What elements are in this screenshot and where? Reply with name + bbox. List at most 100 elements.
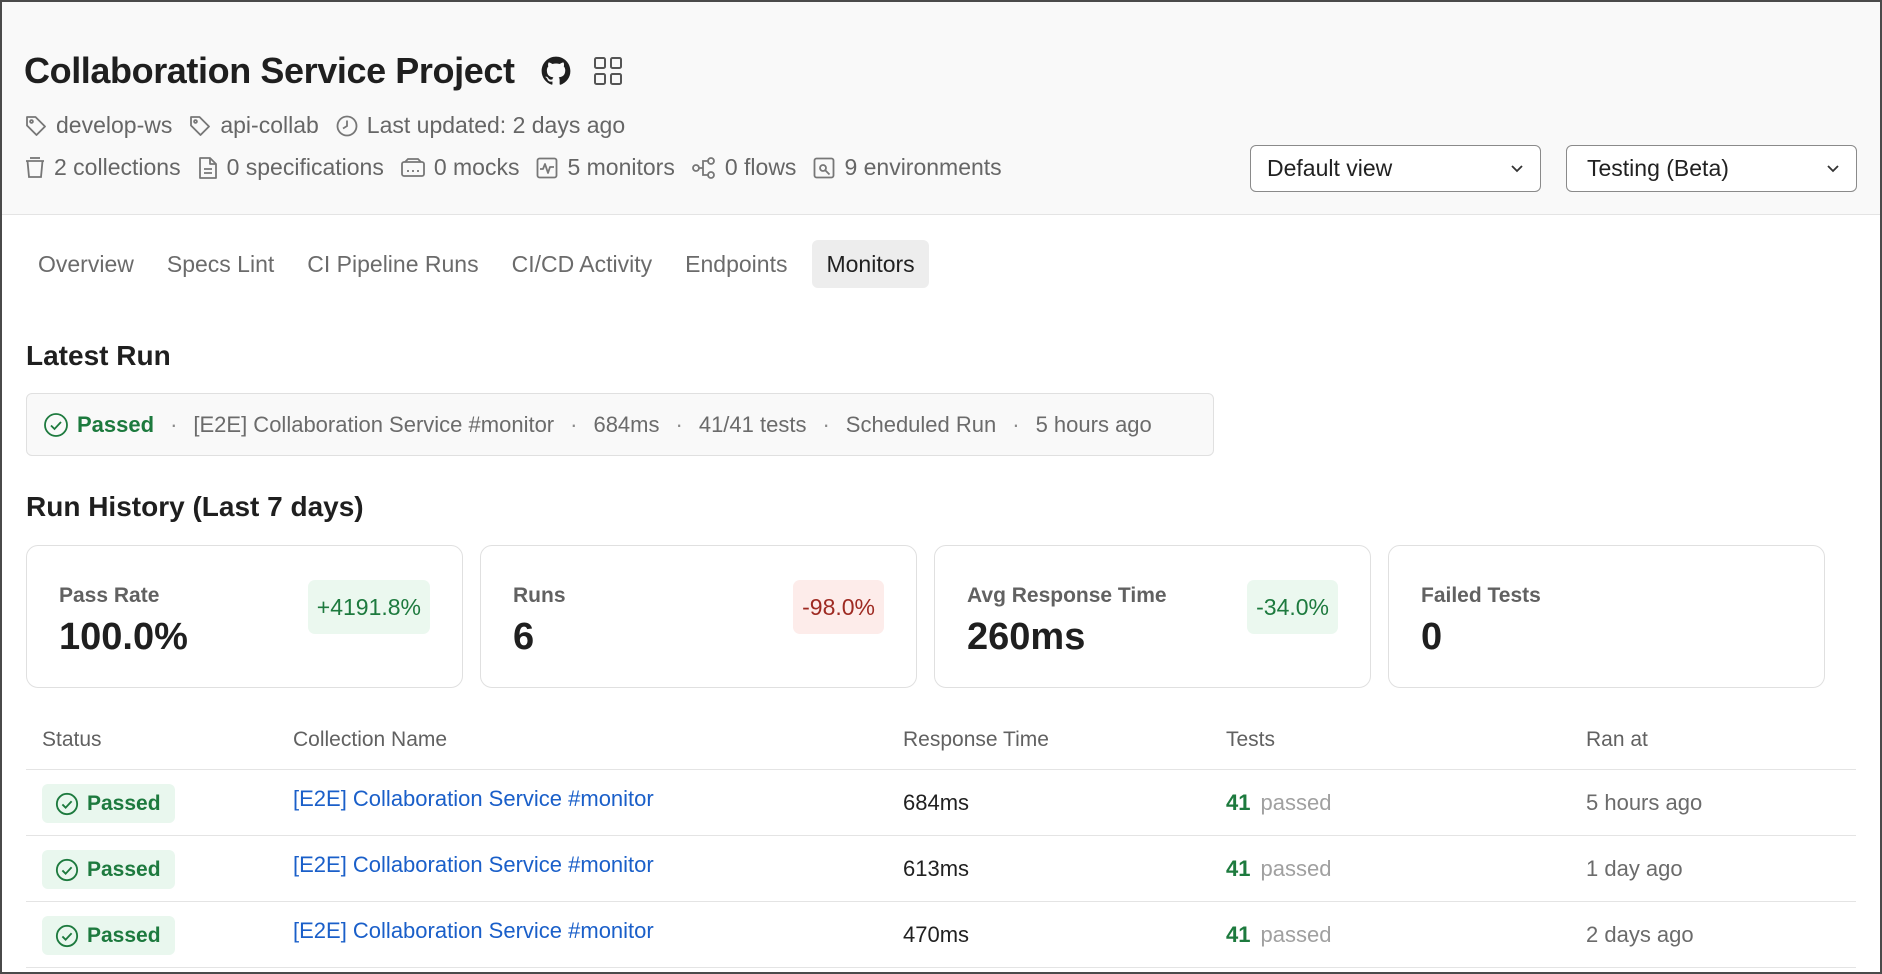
stat-value: 6 — [513, 616, 535, 658]
view-select[interactable]: Default view — [1250, 145, 1541, 192]
collections-count[interactable]: 2 collections — [24, 154, 181, 181]
ran-at: 2 days ago — [1586, 922, 1694, 947]
clock-icon — [336, 115, 358, 136]
ran-at: 1 day ago — [1586, 856, 1683, 881]
tab-overview[interactable]: Overview — [24, 240, 148, 288]
status-badge: Passed — [42, 784, 175, 823]
stat-label: Runs — [513, 584, 566, 607]
collection-link[interactable]: [E2E] Collaboration Service #monitor — [293, 852, 654, 878]
column-header-status[interactable]: Status — [42, 728, 102, 752]
table-row[interactable]: Passed [E2E] Collaboration Service #moni… — [26, 902, 1856, 968]
tests-word: passed — [1260, 790, 1332, 815]
separator: · — [822, 411, 830, 437]
monitors-label: 5 monitors — [567, 154, 675, 180]
collection-icon — [26, 156, 44, 178]
flow-icon — [691, 156, 715, 179]
grid-icon[interactable] — [593, 56, 623, 86]
mocks-label: 0 mocks — [433, 154, 520, 180]
tab-endpoints[interactable]: Endpoints — [671, 240, 801, 288]
environments-label: 9 environments — [844, 154, 1002, 180]
flows-label: 0 flows — [724, 154, 797, 180]
latest-run-duration: 684ms — [593, 411, 660, 437]
document-icon — [198, 156, 217, 179]
stat-delta: -98.0% — [793, 580, 884, 634]
response-time: 470ms — [903, 922, 970, 947]
status-label: Passed — [87, 791, 161, 815]
column-header-ran-at[interactable]: Ran at — [1586, 728, 1648, 752]
column-header-response-time[interactable]: Response Time — [903, 728, 1049, 752]
response-time: 684ms — [903, 790, 970, 815]
table-header: Status Collection Name Response Time Tes… — [26, 714, 1856, 770]
tests-count: 41 — [1226, 922, 1251, 947]
latest-run-when: 5 hours ago — [1035, 411, 1152, 437]
tab-ci-cd-activity[interactable]: CI/CD Activity — [498, 240, 667, 288]
collection-link[interactable]: [E2E] Collaboration Service #monitor — [293, 786, 654, 812]
tests-result: 41 passed — [1226, 856, 1331, 882]
separator: · — [675, 411, 683, 437]
github-icon[interactable] — [541, 56, 571, 86]
chevron-down-icon — [1827, 164, 1839, 172]
stat-label: Failed Tests — [1421, 584, 1541, 607]
collection-link[interactable]: [E2E] Collaboration Service #monitor — [293, 918, 654, 944]
table-row[interactable]: Passed [E2E] Collaboration Service #moni… — [26, 836, 1856, 902]
stat-delta: +4191.8% — [307, 580, 430, 634]
tab-specs-lint[interactable]: Specs Lint — [153, 240, 288, 288]
view-select-value: Default view — [1267, 155, 1393, 181]
project-header: Collaboration Service Project develop-ws… — [2, 2, 1880, 215]
tests-word: passed — [1260, 922, 1332, 947]
table-row[interactable]: Passed [E2E] Collaboration Service #moni… — [26, 770, 1856, 836]
tag-label: develop-ws — [56, 112, 173, 138]
monitor-icon — [537, 157, 558, 178]
latest-run-status: Passed — [77, 411, 155, 437]
latest-run-tests: 41/41 tests — [698, 411, 807, 437]
tag-api-collab: api-collab — [188, 112, 319, 139]
flows-count[interactable]: 0 flows — [691, 154, 797, 181]
latest-run-collection: [E2E] Collaboration Service #monitor — [193, 411, 555, 437]
stat-card-pass-rate: Pass Rate 100.0% +4191.8% — [26, 545, 463, 688]
monitors-count[interactable]: 5 monitors — [535, 154, 675, 181]
title-row: Collaboration Service Project — [24, 50, 623, 92]
ran-at: 5 hours ago — [1586, 790, 1703, 815]
environments-count[interactable]: 9 environments — [812, 154, 1002, 181]
tests-count: 41 — [1226, 790, 1251, 815]
mock-icon — [400, 157, 425, 177]
environment-icon — [814, 157, 835, 178]
status-label: Passed — [87, 857, 161, 881]
status-badge: Passed — [42, 850, 175, 889]
separator: · — [170, 411, 178, 437]
specifications-count[interactable]: 0 specifications — [197, 154, 384, 181]
tag-develop-ws: develop-ws — [24, 112, 172, 139]
tests-result: 41 passed — [1226, 922, 1331, 948]
stat-card-runs: Runs 6 -98.0% — [480, 545, 917, 688]
separator: · — [1012, 411, 1020, 437]
mode-select-value: Testing (Beta) — [1587, 155, 1729, 181]
column-header-tests[interactable]: Tests — [1226, 728, 1275, 752]
stat-card-failed-tests: Failed Tests 0 — [1388, 545, 1825, 688]
latest-run-type: Scheduled Run — [845, 411, 997, 437]
tag-icon — [190, 115, 211, 136]
response-time: 613ms — [903, 856, 970, 881]
page-title: Collaboration Service Project — [24, 50, 515, 91]
run-history-title: Run History (Last 7 days) — [26, 491, 364, 522]
check-circle-icon — [55, 858, 79, 881]
runs-table: Status Collection Name Response Time Tes… — [26, 714, 1856, 968]
check-circle-icon — [44, 412, 68, 437]
tag-icon — [26, 115, 46, 136]
mode-select[interactable]: Testing (Beta) — [1566, 145, 1857, 192]
tab-bar: Overview Specs Lint CI Pipeline Runs CI/… — [24, 240, 934, 288]
tests-word: passed — [1260, 856, 1332, 881]
check-circle-icon — [55, 924, 79, 947]
last-updated-label: Last updated: 2 days ago — [366, 112, 626, 138]
collections-label: 2 collections — [54, 154, 181, 180]
mocks-count[interactable]: 0 mocks — [400, 154, 520, 181]
specifications-label: 0 specifications — [226, 154, 384, 180]
stat-value: 0 — [1421, 616, 1443, 658]
stat-value: 100.0% — [59, 616, 188, 658]
latest-run-summary: Passed · [E2E] Collaboration Service #mo… — [26, 393, 1214, 456]
tab-ci-pipeline-runs[interactable]: CI Pipeline Runs — [293, 240, 492, 288]
status-label: Passed — [87, 923, 161, 947]
stat-card-avg-response-time: Avg Response Time 260ms -34.0% — [934, 545, 1371, 688]
meta-row-counts: 2 collections 0 specifications 0 mocks 5… — [24, 154, 1018, 181]
column-header-collection-name[interactable]: Collection Name — [293, 728, 447, 752]
tab-monitors[interactable]: Monitors — [812, 240, 929, 288]
